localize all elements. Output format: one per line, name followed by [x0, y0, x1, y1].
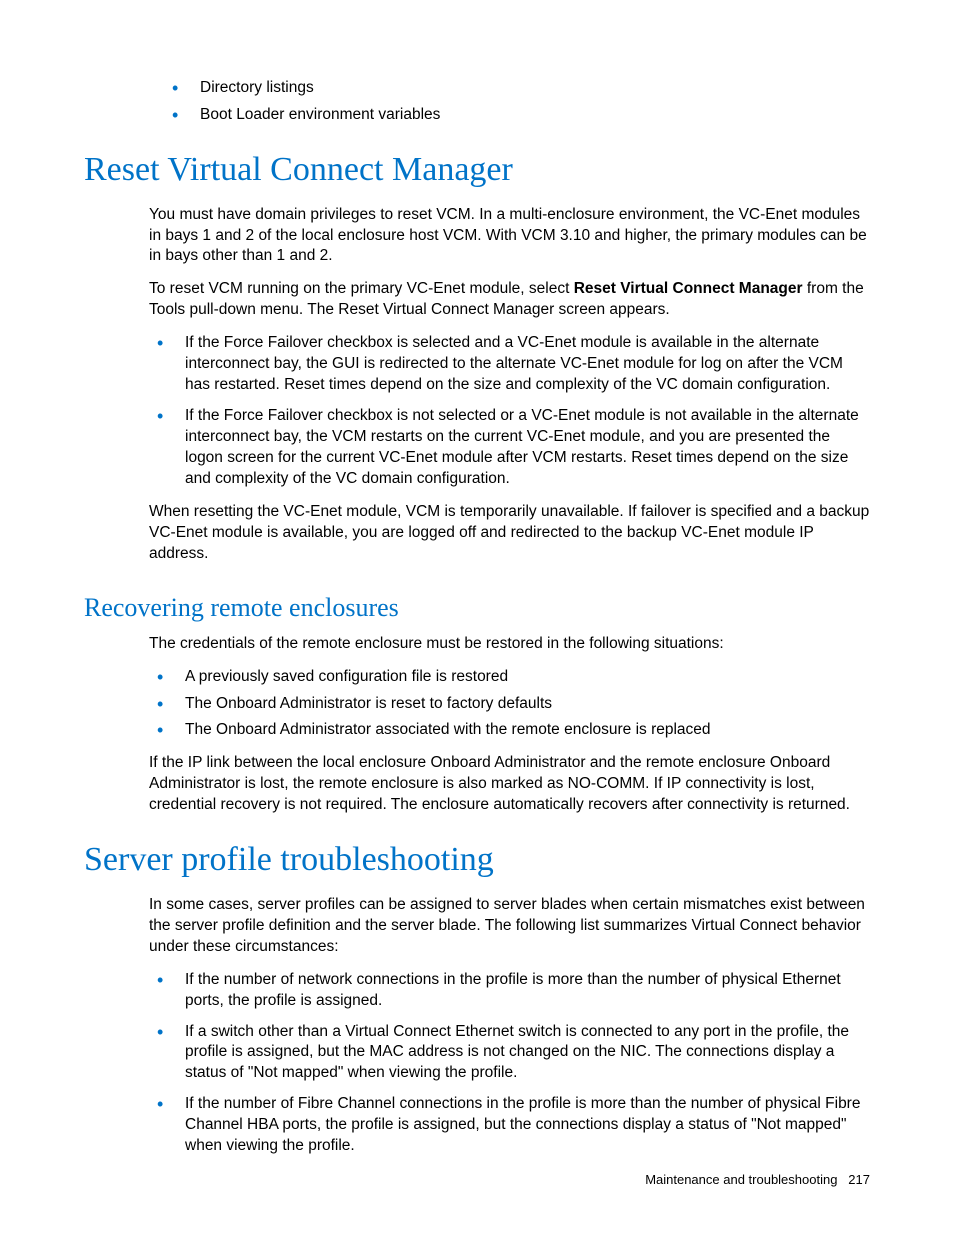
paragraph: If the IP link between the local enclosu… — [149, 753, 870, 816]
list-item: If the Force Failover checkbox is not se… — [149, 406, 870, 490]
document-page: Directory listings Boot Loader environme… — [0, 0, 954, 1157]
page-footer: Maintenance and troubleshooting 217 — [645, 1172, 870, 1187]
list-item: If the number of Fibre Channel connectio… — [149, 1094, 870, 1157]
paragraph: You must have domain privileges to reset… — [149, 205, 870, 268]
text-run: To reset VCM running on the primary VC-E… — [149, 280, 574, 297]
heading-reset-vcm: Reset Virtual Connect Manager — [84, 150, 870, 191]
footer-page-number: 217 — [848, 1172, 870, 1187]
list-item: A previously saved configuration file is… — [149, 667, 870, 688]
list-item: Boot Loader environment variables — [164, 105, 870, 126]
list-item: If the Force Failover checkbox is select… — [149, 333, 870, 396]
bold-text: Reset Virtual Connect Manager — [574, 280, 803, 297]
footer-section-label: Maintenance and troubleshooting — [645, 1172, 837, 1187]
list-item: The Onboard Administrator associated wit… — [149, 720, 870, 741]
heading-recovering-remote: Recovering remote enclosures — [84, 592, 870, 623]
reset-vcm-bullets: If the Force Failover checkbox is select… — [84, 333, 870, 489]
list-item: Directory listings — [164, 78, 870, 99]
list-item: If the number of network connections in … — [149, 970, 870, 1012]
server-profile-bullets: If the number of network connections in … — [84, 970, 870, 1157]
list-item: If a switch other than a Virtual Connect… — [149, 1022, 870, 1085]
paragraph: The credentials of the remote enclosure … — [149, 634, 870, 655]
paragraph: In some cases, server profiles can be as… — [149, 895, 870, 958]
list-item: The Onboard Administrator is reset to fa… — [149, 694, 870, 715]
heading-server-profile: Server profile troubleshooting — [84, 840, 870, 881]
recovering-bullets: A previously saved configuration file is… — [84, 667, 870, 742]
intro-bullet-list: Directory listings Boot Loader environme… — [84, 78, 870, 126]
paragraph: To reset VCM running on the primary VC-E… — [149, 279, 870, 321]
paragraph: When resetting the VC-Enet module, VCM i… — [149, 502, 870, 565]
